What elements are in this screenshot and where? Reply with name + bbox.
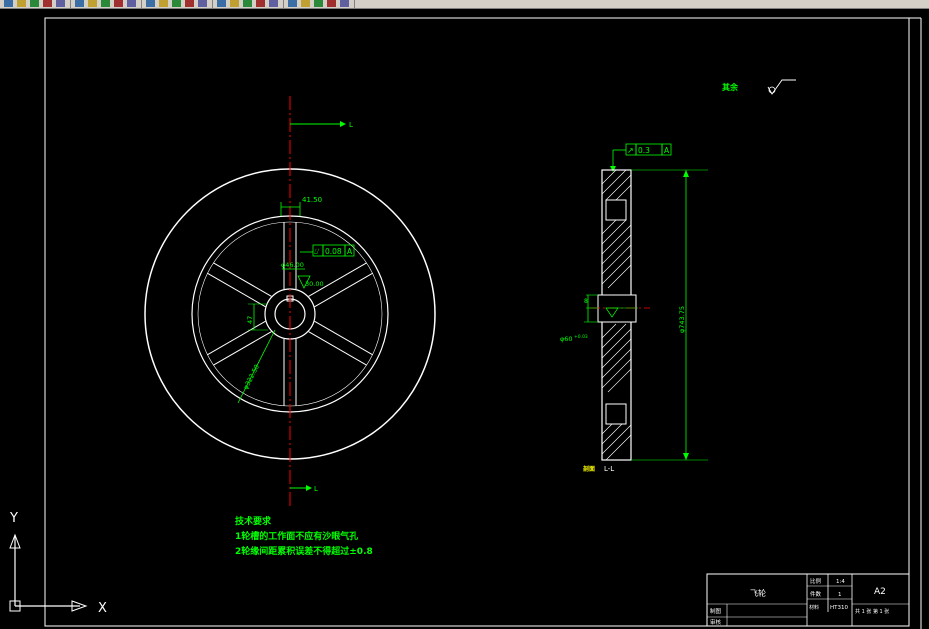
designcenter-icon[interactable] (230, 0, 239, 7)
surface-finish-label: 其余 (722, 82, 739, 92)
preview-icon[interactable] (56, 0, 65, 7)
dia-total-text: φ743.75 (678, 306, 686, 333)
dim-4150-text: 41.50 (302, 196, 322, 204)
tb-qty-value: 1 (838, 592, 842, 598)
layer-prev-icon[interactable] (340, 0, 349, 7)
zoom-window-icon[interactable] (185, 0, 194, 7)
properties-icon[interactable] (217, 0, 226, 7)
flatness-symbol: ⌰ (314, 247, 320, 256)
dim-radial-text: φ322.50 (242, 363, 261, 391)
section-arrow-bottom-head (306, 485, 312, 491)
ucs-x-label: X (98, 601, 107, 616)
toolbar-separator (141, 0, 142, 8)
help-icon[interactable] (301, 0, 310, 7)
hub-section (597, 294, 637, 323)
spoke-6 (207, 262, 272, 308)
drawing-svg[interactable]: L L 41.50 ⌰ 0.08 A φ46.00 30.00 47 φ322.… (0, 8, 929, 629)
paste-icon[interactable] (101, 0, 110, 7)
redo-icon[interactable] (146, 0, 155, 7)
flatness-value: 0.08 (325, 247, 342, 256)
flatness-datum: A (347, 247, 353, 256)
open-icon[interactable] (17, 0, 26, 7)
dim-small-text: 8 (584, 298, 588, 305)
toolbar-separator (354, 0, 355, 8)
surface-finish-symbol (767, 79, 796, 95)
dim-hub-text: φ60 (560, 335, 573, 343)
markup-icon[interactable] (269, 0, 278, 7)
new-icon[interactable] (4, 0, 13, 7)
drawing-canvas[interactable]: L L 41.50 ⌰ 0.08 A φ46.00 30.00 47 φ322.… (0, 8, 929, 629)
section-label-top: L (349, 121, 353, 129)
pan-icon[interactable] (159, 0, 168, 7)
match-icon[interactable] (114, 0, 123, 7)
ucs-icon: Y X (9, 511, 107, 616)
notes-title: 技术要求 (235, 515, 272, 527)
tb-sheet-info: 共 1 张 第 1 张 (855, 608, 889, 615)
toolbar-separator (283, 0, 284, 8)
front-view[interactable]: L L 41.50 ⌰ 0.08 A φ46.00 30.00 47 φ322.… (144, 96, 436, 506)
runout-symbol: ↗ (627, 146, 634, 155)
dia-total-arrow-top (683, 170, 689, 177)
title-block-frame (706, 573, 910, 627)
zoom-previous-icon[interactable] (198, 0, 207, 7)
tb-designer-label: 制图 (710, 607, 722, 615)
groove-top (605, 199, 627, 221)
zoom-realtime-icon[interactable] (172, 0, 181, 7)
layer-state-icon[interactable] (327, 0, 336, 7)
runout-datum: A (664, 146, 670, 155)
print-icon[interactable] (43, 0, 52, 7)
dim-4600-text: φ46.00 (281, 261, 304, 269)
undo-icon[interactable] (127, 0, 136, 7)
note-1: 1轮槽的工作面不应有沙眼气孔 (235, 530, 358, 542)
section-view[interactable]: ↗ 0.3 A φ743.75 8 φ60 +0.03 剖面 L-L (560, 143, 708, 473)
runout-value: 0.3 (638, 146, 650, 155)
toolbar-separator (212, 0, 213, 8)
tb-part-name: 飞轮 (750, 588, 766, 598)
ucs-y-label: Y (9, 511, 18, 526)
tb-checker-label: 审核 (710, 618, 722, 626)
section-label: L-L (604, 465, 614, 473)
toolpalette-icon[interactable] (243, 0, 252, 7)
calc-icon[interactable] (288, 0, 297, 7)
tb-material-label: 材料 (809, 604, 819, 611)
dim-4700-text: 47 (246, 316, 254, 324)
spoke-3 (308, 320, 373, 366)
tb-qty-label: 件数 (810, 590, 822, 598)
cut-icon[interactable] (75, 0, 84, 7)
dim-hub-tol: +0.03 (574, 334, 588, 340)
section-arrow-top-head (340, 121, 346, 127)
section-label-prefix: 剖面 (583, 465, 595, 473)
groove-bottom (605, 403, 627, 425)
copy-icon[interactable] (88, 0, 97, 7)
spoke-5 (207, 320, 272, 366)
tb-scale-value: 1:4 (836, 579, 845, 585)
section-label-bottom: L (314, 485, 318, 493)
tb-sheet-size: A2 (874, 587, 886, 597)
sheetset-icon[interactable] (256, 0, 265, 7)
tb-material: HT310 (830, 605, 848, 611)
dia-total-arrow-bottom (683, 453, 689, 460)
save-icon[interactable] (30, 0, 39, 7)
dim-3000-text: 30.00 (305, 280, 324, 288)
title-block[interactable]: 飞轮 比例 1:4 件数 1 A2 材料 HT310 共 1 张 第 1 张 制… (706, 573, 910, 627)
layer-icon[interactable] (314, 0, 323, 7)
toolbar-separator (70, 0, 71, 8)
drawing-border (44, 17, 910, 627)
tb-scale-label: 比例 (810, 577, 822, 585)
note-2: 2轮缘间距累积误差不得超过±0.8 (235, 545, 373, 557)
